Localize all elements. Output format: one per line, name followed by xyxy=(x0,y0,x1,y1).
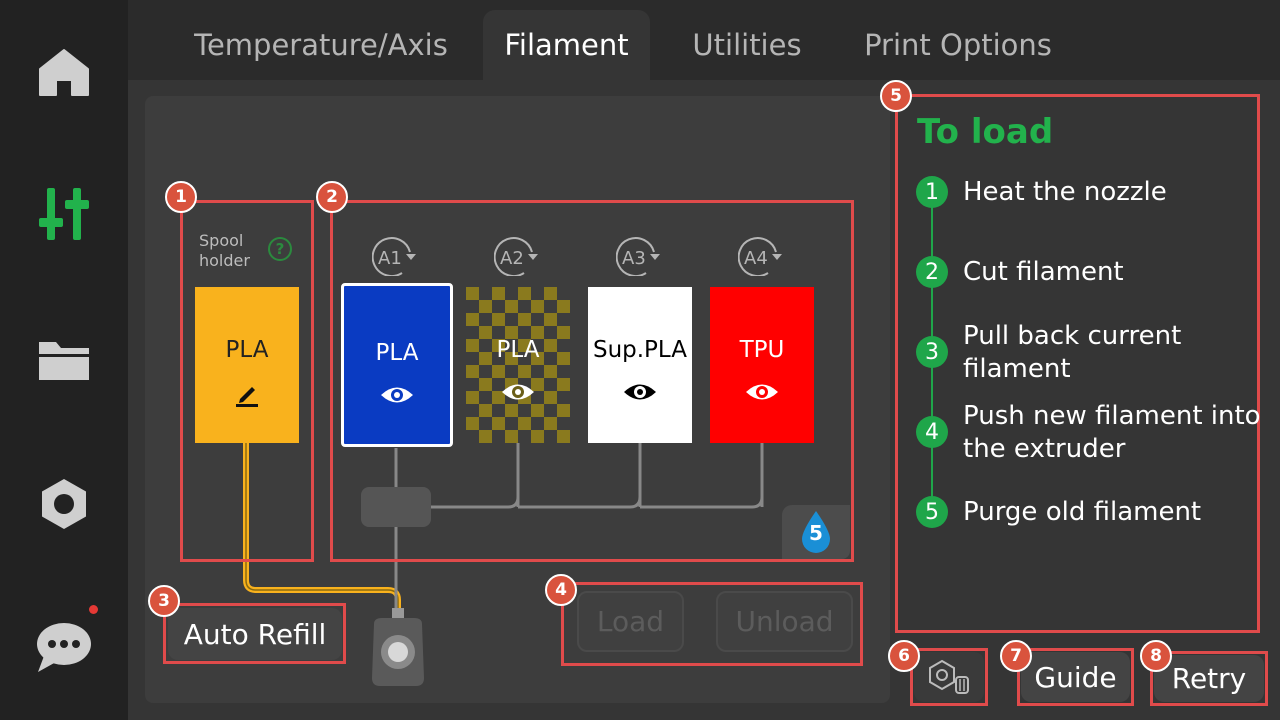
unload-button[interactable]: Unload xyxy=(716,591,853,652)
humidity-level: 5 xyxy=(809,521,823,545)
annotation-badge-8: 8 xyxy=(1140,640,1172,672)
annotation-badge-6: 6 xyxy=(888,640,920,672)
step-5-number: 5 xyxy=(916,496,948,528)
ams-slot-a3[interactable]: Sup.PLA xyxy=(588,287,692,443)
steps-title: To load xyxy=(917,112,1054,152)
eye-icon xyxy=(502,384,534,400)
load-button[interactable]: Load xyxy=(577,591,684,652)
annotation-badge-2: 2 xyxy=(316,181,348,213)
help-icon[interactable]: ? xyxy=(268,237,292,261)
slot-a4-material: TPU xyxy=(739,337,785,363)
edit-icon xyxy=(236,387,258,407)
spool-holder-label: Spool holder xyxy=(199,231,250,270)
step-3-number: 3 xyxy=(916,336,948,368)
eye-icon xyxy=(381,387,413,403)
slot-a2-material: PLA xyxy=(496,337,540,363)
slot-a1-material: PLA xyxy=(375,340,419,366)
spool-material: PLA xyxy=(225,337,269,363)
slot-a2-label: A2 xyxy=(500,248,524,269)
slot-a1-label: A1 xyxy=(378,248,402,269)
spool-holder-card[interactable]: PLA xyxy=(195,287,299,443)
extruder-icon xyxy=(372,608,424,686)
slot-a3-material: Sup.PLA xyxy=(592,337,688,363)
step-1-text: Heat the nozzle xyxy=(963,177,1167,207)
annotation-badge-3: 3 xyxy=(148,585,180,617)
annotation-badge-5: 5 xyxy=(880,80,912,112)
slot-a4-label: A4 xyxy=(744,248,768,269)
annotation-badge-7: 7 xyxy=(1000,640,1032,672)
annotation-badge-1: 1 xyxy=(165,181,197,213)
ams-slot-a4[interactable]: TPU xyxy=(710,287,814,443)
step-1-number: 1 xyxy=(916,176,948,208)
ams-slot-a2[interactable]: PLA xyxy=(466,287,570,443)
humidity-indicator[interactable]: 5 xyxy=(782,505,850,559)
step-4-text: Push new filament into the extruder xyxy=(963,401,1261,464)
extruder xyxy=(368,608,428,690)
ams-slot-a1[interactable]: PLA xyxy=(341,283,453,447)
annotation-badge-4: 4 xyxy=(545,574,577,606)
step-2-text: Cut filament xyxy=(963,257,1124,287)
nozzle-button[interactable] xyxy=(914,652,984,702)
slot-a3-label: A3 xyxy=(622,248,646,269)
step-3-text: Pull back current filament xyxy=(963,321,1182,384)
nozzle-icon xyxy=(929,659,969,694)
step-5-text: Purge old filament xyxy=(963,497,1202,527)
auto-refill-button[interactable]: Auto Refill xyxy=(168,608,342,660)
eye-icon xyxy=(746,384,778,400)
eye-icon xyxy=(624,384,656,400)
step-4-number: 4 xyxy=(916,416,948,448)
step-2-number: 2 xyxy=(916,256,948,288)
guide-button[interactable]: Guide xyxy=(1021,652,1130,702)
